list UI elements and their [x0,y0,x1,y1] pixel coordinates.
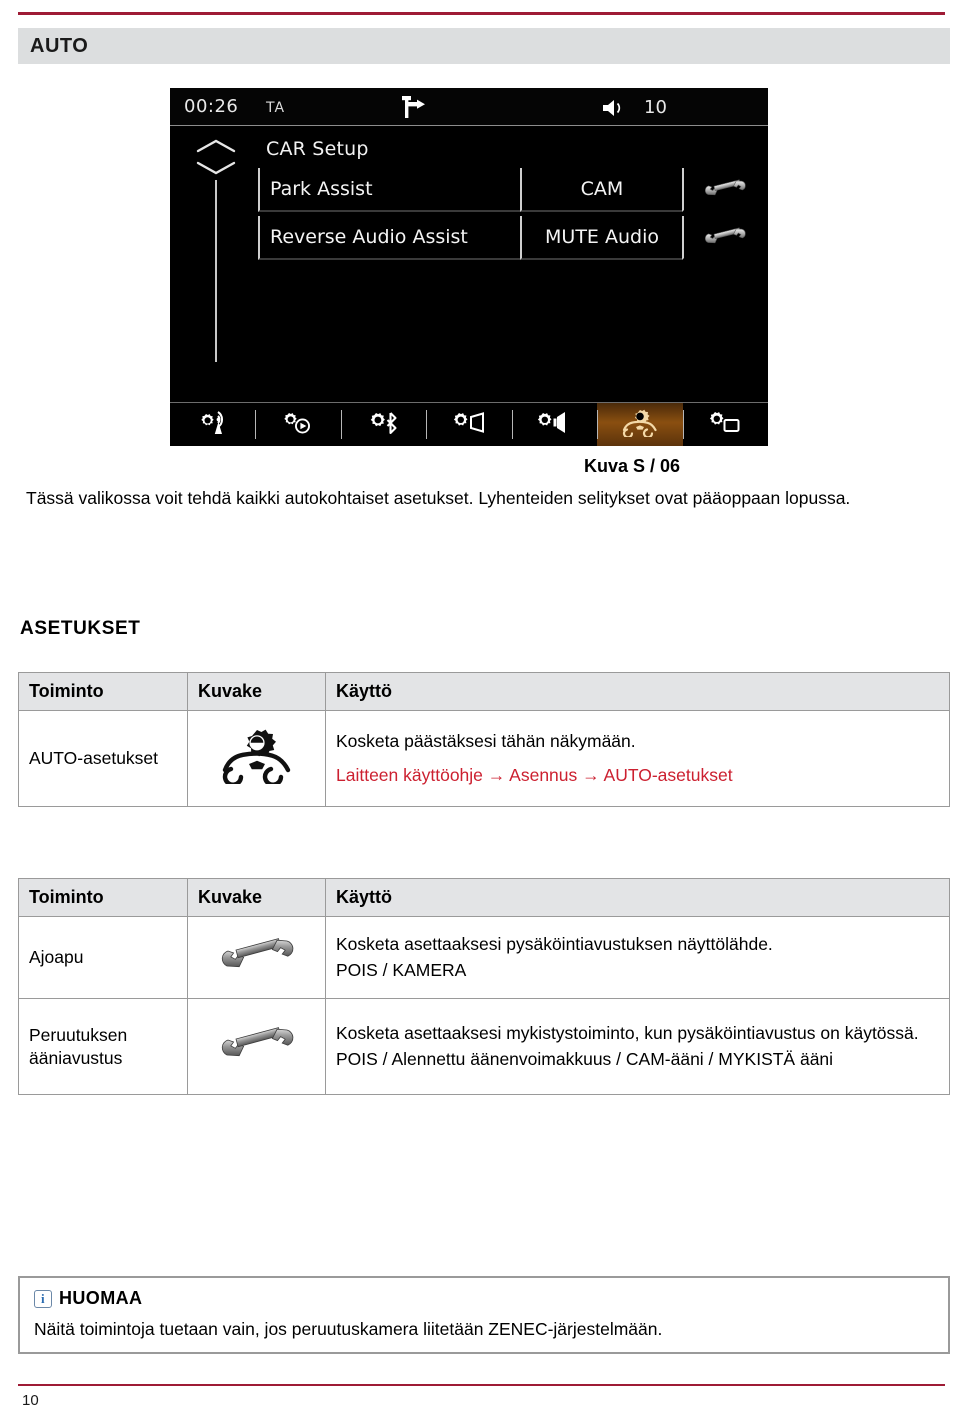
tab-car-settings[interactable] [597,403,683,446]
cell-usage: Kosketa päästäksesi tähän näkymään. Lait… [325,710,950,807]
gear-screen-icon [708,408,742,442]
table-header-row: Toiminto Kuvake Käyttö [18,672,950,711]
section-header-bar: AUTO [18,28,950,64]
info-icon: i [34,1289,52,1308]
top-accent-rule [18,12,945,15]
chevron-up-icon[interactable] [196,138,236,154]
tab-media-settings[interactable] [255,403,340,446]
wrench-icon [211,938,303,979]
device-status-bar: 00:26 TA 10 [170,88,768,126]
table-row: Peruutuksen ääniavustus Kosketa asettaak… [18,998,950,1095]
usage-line-primary: Kosketa asettaaksesi mykistystoiminto, k… [336,1023,919,1044]
wrench-icon[interactable] [682,168,768,212]
tab-screen-settings[interactable] [682,403,768,446]
cell-function: Ajoapu [18,916,188,999]
figure-caption: Kuva S / 06 [583,456,680,476]
gear-media-play-icon [281,408,315,442]
wrench-icon[interactable] [682,216,768,260]
usage-line-path: Laitteen käyttöohje → Asennus → AUTO-ase… [336,764,733,785]
turn-right-signpost-icon [400,94,428,120]
usage-line-primary: Kosketa asettaaksesi pysäköintiavustukse… [336,934,773,955]
gear-bluetooth-icon [367,408,401,442]
scrollbar-track[interactable] [215,180,217,362]
settings-table-park-assist: Toiminto Kuvake Käyttö Ajoapu Kosketa as… [18,878,950,1095]
cell-function: AUTO-asetukset [18,710,188,807]
table-row: Ajoapu Kosketa asettaaksesi pysäköintiav… [18,916,950,999]
cell-icon [187,710,326,807]
menu-title: CAR Setup [266,138,369,160]
device-tab-bar [170,402,768,446]
settings-table-auto: Toiminto Kuvake Käyttö AUTO-asetukset Ko… [18,672,950,807]
column-header-icon: Kuvake [187,672,326,711]
gear-radio-antenna-icon [196,408,230,442]
column-header-icon: Kuvake [187,878,326,917]
cell-icon [187,998,326,1095]
cell-icon [187,916,326,999]
tab-radio-settings[interactable] [170,403,255,446]
tab-bluetooth-settings[interactable] [340,403,426,446]
table-header-row: Toiminto Kuvake Käyttö [18,878,950,917]
menu-row-value[interactable]: CAM [520,168,682,212]
menu-row-label[interactable]: Reverse Audio Assist [258,216,520,260]
page-title: AUTO [30,34,89,57]
column-header-function: Toiminto [18,672,188,711]
menu-scrollbar[interactable] [190,134,242,374]
cell-function: Peruutuksen ääniavustus [18,998,188,1095]
gear-car-icon [621,409,659,441]
gear-display-icon [452,408,486,442]
column-header-usage: Käyttö [325,672,950,711]
menu-list: Park Assist CAM Reverse Audio Assist MUT… [258,168,768,264]
ta-indicator-label: TA [266,100,286,116]
clock-label: 00:26 [184,96,239,117]
note-header: i HUOMAA [34,1288,934,1309]
gear-volume-icon [537,408,571,442]
usage-line-options: POIS / Alennettu äänenvoimakkuus / CAM-ä… [336,1048,834,1069]
tab-display-settings[interactable] [426,403,511,446]
cell-usage: Kosketa asettaaksesi pysäköintiavustukse… [325,916,950,999]
device-screenshot: 00:26 TA 10 CAR Setup Park Assist CAM Re… [170,88,768,446]
column-header-function: Toiminto [18,878,188,917]
settings-heading: ASETUKSET [20,618,141,639]
menu-row[interactable]: Reverse Audio Assist MUTE Audio [258,216,768,260]
menu-row-label[interactable]: Park Assist [258,168,520,212]
usage-line-primary: Kosketa päästäksesi tähän näkymään. [336,731,636,752]
cell-usage: Kosketa asettaaksesi mykistystoiminto, k… [325,998,950,1095]
page-number: 10 [22,1392,39,1409]
note-text: Näitä toimintoja tuetaan vain, jos peruu… [34,1319,663,1339]
menu-row[interactable]: Park Assist CAM [258,168,768,212]
column-header-usage: Käyttö [325,878,950,917]
menu-row-value[interactable]: MUTE Audio [520,216,682,260]
usage-line-options: POIS / KAMERA [336,959,467,980]
note-box: i HUOMAA Näitä toimintoja tuetaan vain, … [18,1276,950,1354]
bottom-accent-rule [18,1384,945,1386]
volume-level-label: 10 [644,97,667,118]
figure-description: Tässä valikossa voit tehdä kaikki autoko… [26,488,851,508]
chevron-down-icon[interactable] [196,160,236,176]
tab-volume-settings[interactable] [511,403,597,446]
speaker-icon [602,98,626,118]
table-row: AUTO-asetukset Kosketa päästäksesi tähän… [18,710,950,807]
device-menu-body: CAR Setup Park Assist CAM Reverse Audio … [170,126,768,402]
gear-car-icon [219,729,295,788]
note-title: HUOMAA [59,1288,143,1308]
wrench-icon [211,1027,303,1068]
